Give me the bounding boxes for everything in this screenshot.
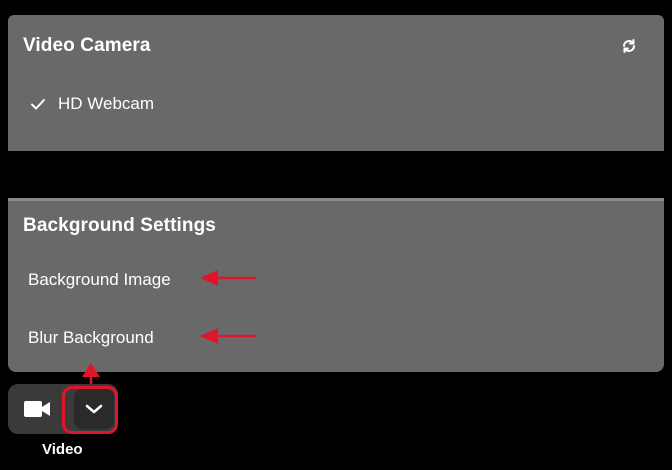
video-toggle-button[interactable] — [8, 384, 66, 434]
check-icon — [31, 99, 45, 110]
annotation-arrow-blur-background — [200, 328, 256, 344]
background-image-option[interactable]: Background Image — [28, 270, 171, 290]
video-camera-icon — [24, 401, 50, 417]
camera-option-hd-webcam[interactable]: HD Webcam — [30, 93, 154, 115]
refresh-icon[interactable] — [620, 37, 638, 55]
video-camera-title: Video Camera — [23, 35, 151, 56]
video-button-group — [8, 384, 118, 434]
blur-background-option[interactable]: Blur Background — [28, 328, 154, 348]
video-camera-panel: Video Camera HD Webcam — [8, 15, 664, 151]
video-label: Video — [42, 441, 83, 458]
background-settings-panel: Background Settings Background Image Blu… — [8, 198, 664, 372]
video-options-button[interactable] — [74, 389, 114, 429]
chevron-down-icon — [85, 404, 103, 414]
screen: Video Camera HD Webcam Background Settin… — [0, 0, 672, 470]
camera-option-label: HD Webcam — [58, 94, 155, 113]
background-settings-title: Background Settings — [23, 215, 216, 236]
annotation-arrow-background-image — [200, 270, 256, 286]
